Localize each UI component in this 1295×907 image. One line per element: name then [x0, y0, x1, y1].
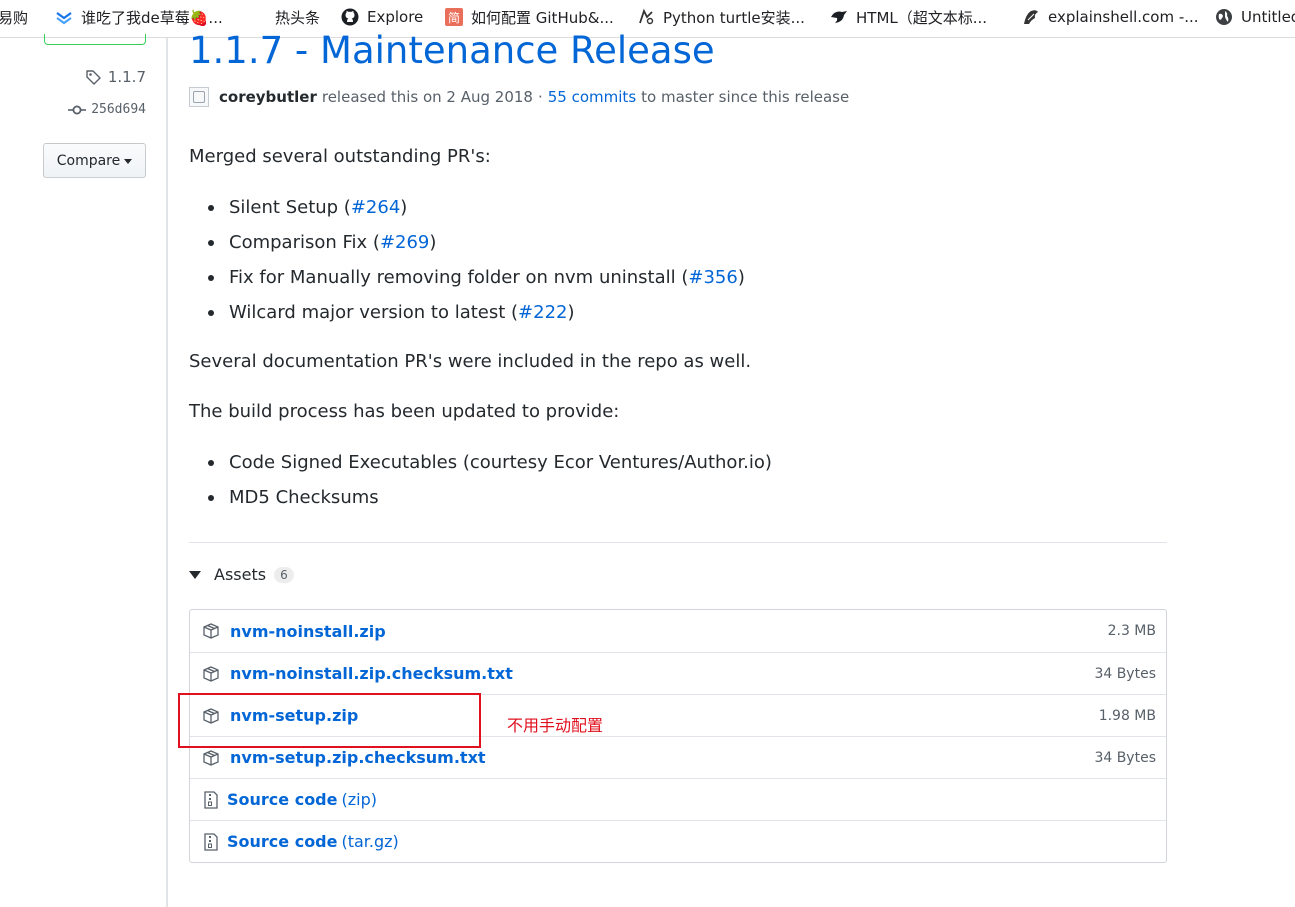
file-zip-icon [204, 832, 218, 851]
pr-close: ) [567, 302, 575, 323]
list-item: Wilcard major version to latest (#222) [208, 300, 745, 335]
assets-count-badge: 6 [274, 566, 294, 583]
source-format[interactable]: (tar.gz) [341, 832, 398, 851]
bookmark-label: explainshell.com -... [1048, 8, 1199, 26]
file-zip-icon [204, 790, 218, 809]
bookmark-label: 易购 [0, 8, 29, 27]
github-icon [341, 8, 359, 26]
asset-size: 1.98 MB [1098, 707, 1156, 724]
bookmark-label: HTML（超文本标... [856, 8, 988, 27]
pr-link[interactable]: #269 [380, 232, 429, 253]
released-text: released this on 2 Aug 2018 [321, 88, 533, 106]
package-icon [202, 749, 220, 767]
asset-link[interactable]: nvm-noinstall.zip.checksum.txt [230, 664, 513, 683]
source-format[interactable]: (zip) [341, 790, 376, 809]
asset-row: nvm-noinstall.zip.checksum.txt 34 Bytes [190, 652, 1166, 694]
bird-icon [830, 8, 848, 26]
assets-label: Assets [214, 565, 267, 584]
pr-text: Comparison Fix ( [229, 232, 380, 253]
build-intro: The build process has been updated to pr… [189, 401, 620, 422]
bookmark-label: Explore [367, 8, 424, 26]
pr-link[interactable]: #264 [351, 197, 400, 218]
bookmark-label: 热头条 [275, 8, 321, 27]
asset-row: Source code (tar.gz) [190, 820, 1166, 862]
asset-link[interactable]: nvm-noinstall.zip [230, 622, 386, 641]
divider [189, 542, 1167, 543]
pr-close: ) [400, 197, 408, 218]
avatar[interactable] [189, 87, 209, 107]
jianshu-icon: 简 [445, 8, 463, 26]
docs-note: Several documentation PR's were included… [189, 351, 752, 372]
tag-label: 1.1.7 [107, 68, 146, 86]
list-item: Code Signed Executables (courtesy Ecor V… [208, 450, 772, 485]
bookmark-label: Untitled [1241, 8, 1295, 26]
release-sidebar: 1.1.7 256d694 Compare [0, 34, 168, 907]
globe-icon [1215, 8, 1233, 26]
source-link[interactable]: Source code [227, 832, 337, 851]
release-title[interactable]: 1.1.7 - Maintenance Release [189, 28, 715, 74]
bookmark-label: 如何配置 GitHub&... [471, 8, 614, 27]
list-item: Comparison Fix (#269) [208, 230, 745, 265]
pr-text: Fix for Manually removing folder on nvm … [229, 267, 689, 288]
asset-size: 2.3 MB [1107, 623, 1156, 639]
bookmark-store[interactable]: 易购 [0, 0, 28, 34]
list-item: MD5 Checksums [208, 485, 772, 520]
bookmark-untitled[interactable]: Untitled [1215, 0, 1295, 34]
compare-button[interactable]: Compare [43, 143, 146, 178]
release-tag[interactable]: 1.1.7 [85, 68, 146, 86]
caret-down-icon [124, 159, 133, 164]
triangle-down-icon [189, 570, 201, 579]
bird-chevron-icon [55, 8, 73, 26]
pr-list: Silent Setup (#264) Comparison Fix (#269… [208, 195, 745, 335]
pr-close: ) [737, 267, 745, 288]
asset-row: nvm-noinstall.zip 2.3 MB [190, 610, 1166, 652]
shell-icon [1022, 8, 1040, 26]
pr-link[interactable]: #356 [688, 267, 737, 288]
list-item: Silent Setup (#264) [208, 195, 745, 230]
pr-text: Wilcard major version to latest ( [229, 302, 519, 323]
svg-text:简: 简 [448, 11, 460, 25]
bookmark-html[interactable]: HTML（超文本标... [830, 0, 987, 34]
asset-link[interactable]: nvm-setup.zip.checksum.txt [230, 748, 486, 767]
commits-suffix: to master since this release [641, 88, 850, 106]
pr-link[interactable]: #222 [518, 302, 567, 323]
annotation-note: 不用手动配置 [507, 716, 604, 735]
package-icon [202, 665, 220, 683]
tag-icon [86, 69, 101, 85]
asset-row: Source code (zip) [190, 778, 1166, 820]
author-link[interactable]: coreybutler [219, 88, 317, 106]
release-meta: coreybutler released this on 2 Aug 2018 … [189, 87, 849, 107]
release-intro: Merged several outstanding PR's: [189, 146, 491, 167]
highlight-box [178, 693, 481, 748]
asset-size: 34 Bytes [1094, 749, 1156, 766]
latest-release-badge [44, 34, 146, 45]
release-commit[interactable]: 256d694 [68, 102, 146, 117]
pr-close: ) [429, 232, 437, 253]
meta-separator: · [537, 88, 543, 106]
pr-text: Silent Setup ( [229, 197, 351, 218]
compare-label: Compare [56, 152, 121, 169]
turtle-icon [637, 8, 655, 26]
list-item: Fix for Manually removing folder on nvm … [208, 265, 745, 300]
source-link[interactable]: Source code [227, 790, 337, 809]
package-icon [202, 622, 220, 640]
assets-toggle[interactable]: Assets 6 [189, 565, 294, 584]
build-list: Code Signed Executables (courtesy Ecor V… [208, 450, 772, 520]
bookmark-label: Python turtle安装... [663, 8, 805, 27]
bookmark-label: 谁吃了我de草莓🍓... [81, 8, 223, 27]
commit-icon [68, 105, 87, 114]
commit-hash: 256d694 [91, 102, 146, 117]
commits-link[interactable]: 55 commits [548, 88, 636, 106]
bookmark-explainshell[interactable]: explainshell.com -... [1022, 0, 1199, 34]
asset-size: 34 Bytes [1094, 665, 1156, 682]
